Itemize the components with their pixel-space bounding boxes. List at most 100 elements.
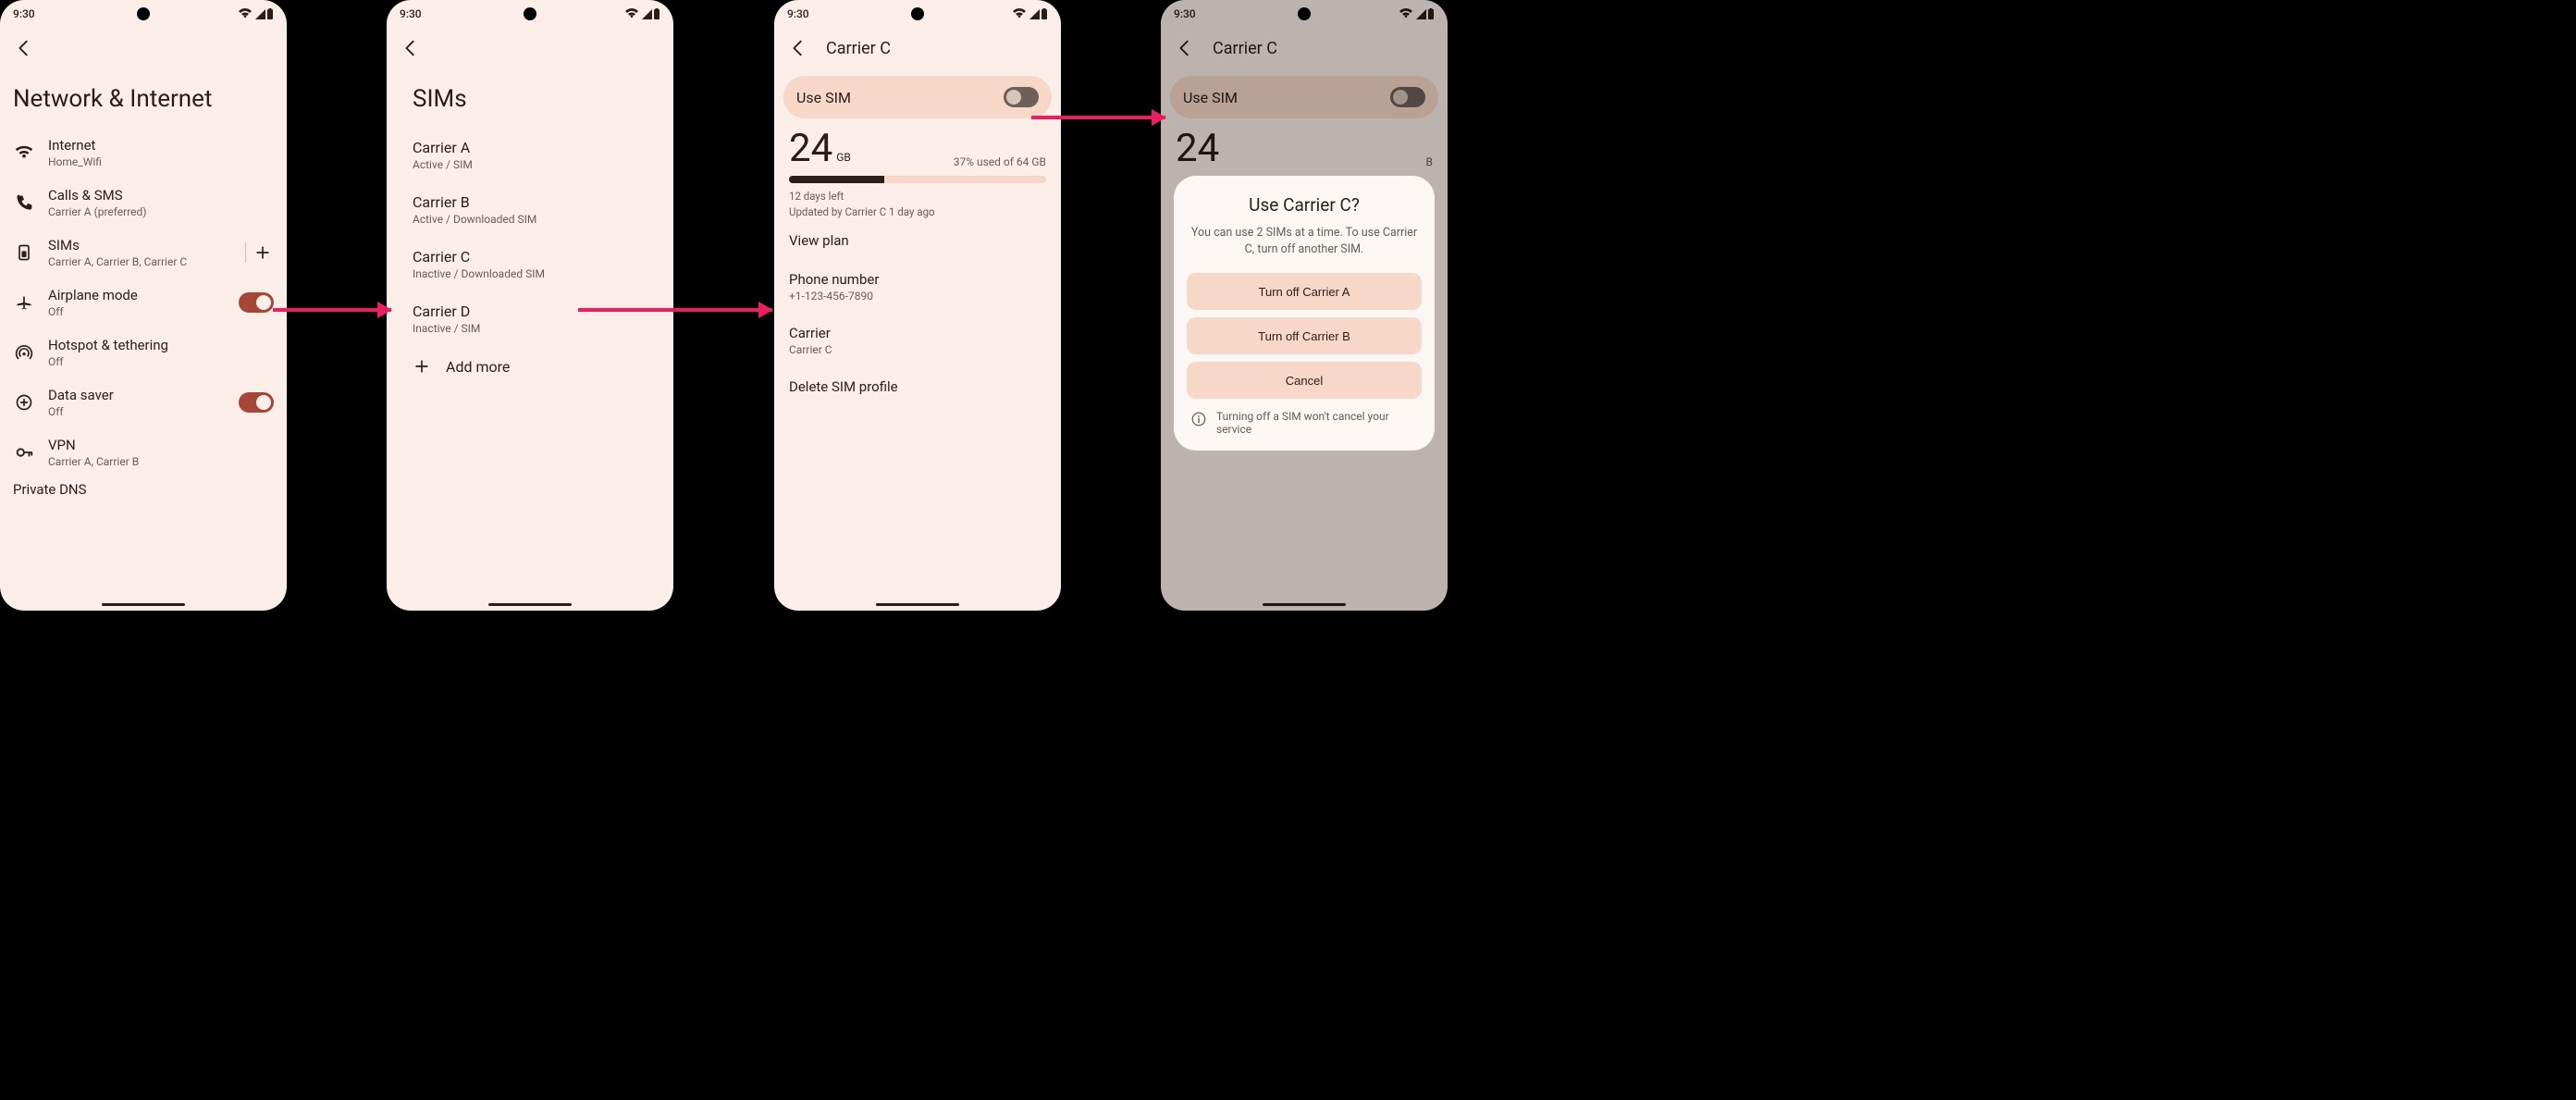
use-sim-label: Use SIM: [1183, 89, 1238, 106]
row-title: Airplane mode: [48, 287, 226, 303]
page-title: Network & Internet: [0, 68, 287, 128]
sim-title: Carrier B: [413, 193, 647, 211]
appbar: Carrier C: [1161, 28, 1448, 68]
row-delete-sim[interactable]: Delete SIM profile: [774, 367, 1061, 406]
dialog-body: You can use 2 SIMs at a time. To use Car…: [1187, 225, 1422, 258]
use-sim-toggle[interactable]: [1004, 87, 1039, 107]
back-button[interactable]: [13, 37, 35, 59]
nav-bar-handle[interactable]: [488, 603, 572, 606]
row-hotspot[interactable]: Hotspot & tethering Off: [0, 328, 287, 377]
row-view-plan[interactable]: View plan: [774, 221, 1061, 260]
usage-value: 24: [789, 126, 832, 171]
status-time: 9:30: [13, 7, 35, 20]
row-sims[interactable]: SIMs Carrier A, Carrier B, Carrier C: [0, 228, 287, 278]
sim-item-carrier-c[interactable]: Carrier C Inactive / Downloaded SIM: [387, 237, 673, 291]
add-more-sim[interactable]: Add more: [387, 346, 673, 387]
row-airplane-mode[interactable]: Airplane mode Off: [0, 278, 287, 328]
status-time: 9:30: [400, 7, 422, 20]
use-sim-row[interactable]: Use SIM: [1170, 76, 1438, 118]
row-data-saver[interactable]: Data saver Off: [0, 377, 287, 427]
airplane-icon: [13, 291, 35, 314]
status-bar: 9:30: [387, 0, 673, 28]
row-private-dns[interactable]: Private DNS: [0, 477, 287, 498]
wifi-icon: [1399, 8, 1413, 19]
vpn-key-icon: [13, 441, 35, 463]
sim-icon: [13, 241, 35, 264]
status-indicators: [1012, 8, 1048, 19]
screen-carrier-detail-dialog: 9:30 Carrier C Use SIM 24 B V P C: [1161, 0, 1448, 611]
dialog-title: Use Carrier C?: [1187, 194, 1422, 216]
row-calls-sms[interactable]: Calls & SMS Carrier A (preferred): [0, 178, 287, 228]
nav-bar-handle[interactable]: [876, 603, 959, 606]
data-usage-panel: 24 B: [1161, 130, 1448, 168]
back-button[interactable]: [1174, 37, 1196, 59]
battery-icon: [654, 8, 660, 19]
row-subtitle: Home_Wifi: [48, 155, 274, 168]
usage-progress-bar: [789, 176, 1046, 183]
flow-arrow-icon: [273, 308, 391, 312]
back-arrow-icon: [14, 38, 34, 58]
sim-item-carrier-d[interactable]: Carrier D Inactive / SIM: [387, 291, 673, 346]
use-sim-row[interactable]: Use SIM: [783, 76, 1052, 118]
row-internet[interactable]: Internet Home_Wifi: [0, 128, 287, 178]
wifi-icon: [624, 8, 639, 19]
wifi-icon: [13, 142, 35, 164]
data-saver-toggle[interactable]: [239, 392, 274, 413]
info-icon: [1190, 411, 1207, 427]
row-title: View plan: [789, 232, 1046, 249]
airplane-toggle[interactable]: [239, 292, 274, 313]
row-subtitle: +1-123-456-7890: [789, 290, 1046, 303]
row-subtitle: Off: [48, 355, 274, 368]
turn-off-carrier-a-button[interactable]: Turn off Carrier A: [1187, 273, 1422, 310]
row-subtitle: Off: [48, 405, 226, 418]
cell-signal-icon: [1415, 9, 1426, 19]
usage-value: 24: [1176, 126, 1219, 171]
row-carrier[interactable]: Carrier Carrier C: [774, 314, 1061, 367]
sim-subtitle: Inactive / Downloaded SIM: [413, 267, 647, 280]
back-button[interactable]: [400, 37, 422, 59]
sim-item-carrier-b[interactable]: Carrier B Active / Downloaded SIM: [387, 182, 673, 237]
turn-off-carrier-b-button[interactable]: Turn off Carrier B: [1187, 317, 1422, 354]
screen-network-internet: 9:30 Network & Internet Internet Home_Wi…: [0, 0, 287, 611]
row-subtitle: Carrier A (preferred): [48, 205, 274, 218]
status-bar: 9:30: [774, 0, 1061, 28]
use-sim-label: Use SIM: [796, 89, 851, 106]
add-more-label: Add more: [446, 358, 510, 376]
nav-bar-handle[interactable]: [102, 603, 185, 606]
row-title: Data saver: [48, 387, 226, 403]
cell-signal-icon: [1029, 9, 1040, 19]
usage-updated: Updated by Carrier C 1 day ago: [789, 204, 1046, 220]
wifi-icon: [238, 8, 253, 19]
row-vpn[interactable]: VPN Carrier A, Carrier B: [0, 427, 287, 477]
sim-subtitle: Active / SIM: [413, 158, 647, 171]
row-title: Carrier: [789, 325, 1046, 341]
battery-icon: [1041, 8, 1048, 19]
phone-icon: [13, 192, 35, 214]
sim-item-carrier-a[interactable]: Carrier A Active / SIM: [387, 128, 673, 182]
camera-hole-icon: [137, 7, 150, 20]
camera-hole-icon: [1298, 7, 1311, 20]
row-title: Phone number: [789, 271, 1046, 288]
sim-subtitle: Active / Downloaded SIM: [413, 213, 647, 226]
add-sim-button[interactable]: [252, 241, 274, 264]
hotspot-icon: [13, 341, 35, 364]
plus-icon: [253, 243, 272, 262]
use-sim-toggle[interactable]: [1390, 87, 1425, 107]
battery-icon: [267, 8, 274, 19]
status-time: 9:30: [1174, 7, 1196, 20]
row-subtitle: Carrier A, Carrier B: [48, 455, 274, 468]
use-carrier-dialog: Use Carrier C? You can use 2 SIMs at a t…: [1174, 176, 1435, 451]
back-arrow-icon: [788, 38, 808, 58]
battery-icon: [1428, 8, 1435, 19]
back-arrow-icon: [401, 38, 421, 58]
row-phone-number[interactable]: Phone number +1-123-456-7890: [774, 260, 1061, 314]
appbar-title: Carrier C: [826, 39, 891, 58]
back-button[interactable]: [787, 37, 809, 59]
nav-bar-handle[interactable]: [1263, 603, 1346, 606]
appbar: Carrier C: [774, 28, 1061, 68]
row-subtitle: Carrier C: [789, 343, 1046, 356]
status-bar: 9:30: [0, 0, 287, 28]
camera-hole-icon: [524, 7, 536, 20]
cancel-button[interactable]: Cancel: [1187, 362, 1422, 399]
usage-days-left: 12 days left: [789, 189, 1046, 204]
